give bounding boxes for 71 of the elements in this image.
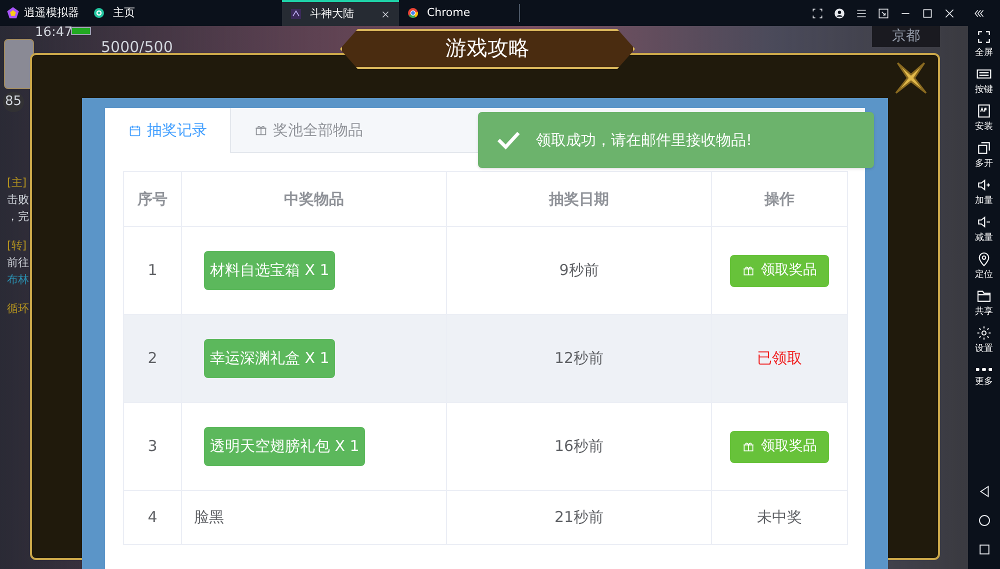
toolbar-button[interactable]: 减量 (975, 214, 993, 244)
maximize-icon[interactable] (921, 6, 934, 20)
toolbar-button[interactable]: 按键 (975, 66, 993, 96)
table-cell: 12秒前 (554, 349, 604, 368)
energy-counter: 5000/500 (101, 37, 173, 58)
table-cell: 3 (148, 437, 158, 456)
window-tab[interactable]: 主页 (85, 0, 201, 26)
game-icon (290, 8, 302, 20)
toolbar-button[interactable]: 设置 (975, 325, 993, 355)
toolbar-button[interactable]: 共享 (975, 288, 993, 318)
window-icon[interactable] (877, 6, 890, 20)
table-cell: 4 (148, 508, 158, 526)
status-text: 已领取 (757, 349, 802, 368)
location-pin-icon (976, 251, 992, 267)
location-name: 京都 (872, 26, 940, 47)
table-cell: 9秒前 (559, 261, 599, 280)
toolbar-button[interactable]: 更多 (975, 362, 993, 388)
close-icon[interactable] (943, 6, 956, 20)
app-logo-icon (6, 6, 20, 20)
column-header: 中奖物品 (182, 172, 446, 226)
gift-icon (742, 440, 755, 453)
toolbar-button[interactable]: 多开 (975, 140, 993, 170)
home-icon[interactable] (976, 513, 992, 528)
quest-log-text: 击败 (7, 193, 30, 207)
apk-icon (976, 103, 992, 119)
toast-message: 领取成功，请在邮件里接收物品! (536, 130, 752, 151)
table-cell: 2 (148, 349, 158, 368)
folder-icon (976, 288, 992, 304)
prize-tag: 透明天空翅膀礼包 X 1 (204, 427, 366, 466)
settings-icon (976, 325, 992, 341)
gift-icon (742, 264, 755, 277)
toolbar-button[interactable]: 全屏 (975, 29, 993, 59)
battery-icon (71, 27, 91, 35)
prize-tag: 幸运深渊礼盒 X 1 (204, 339, 336, 378)
toolbar-button[interactable]: 安装 (975, 103, 993, 133)
quest-log-text: [主] (7, 176, 28, 190)
window-tab[interactable]: 斗神大陆 (282, 0, 399, 26)
column-header: 序号 (124, 172, 182, 226)
volume-down-icon (976, 214, 992, 230)
browser-icon (407, 7, 419, 19)
more-icon (976, 368, 992, 371)
quest-log-text: 循环 (7, 302, 30, 316)
quest-log-text: 布林 (7, 273, 30, 287)
quest-log-text: 前往 (7, 256, 30, 270)
prize-tag: 材料自选宝箱 X 1 (204, 251, 336, 290)
home-tab-icon (93, 7, 105, 19)
dialog-title: 游戏攻略 (340, 29, 635, 69)
volume-up-icon (976, 177, 992, 193)
calendar-icon (128, 124, 142, 138)
table-cell: 脸黑 (194, 508, 224, 526)
screenshot-icon[interactable] (811, 6, 824, 20)
quest-log-text: ，完 (7, 210, 30, 224)
gift-icon (254, 123, 268, 137)
table-cell: 21秒前 (554, 508, 604, 526)
user-icon[interactable] (833, 6, 846, 20)
table-cell: 16秒前 (554, 437, 604, 456)
column-header: 抽奖日期 (446, 172, 712, 226)
windows-icon (976, 140, 992, 156)
recents-icon[interactable] (976, 542, 992, 557)
app-name: 逍遥模拟器 (24, 4, 79, 21)
close-icon[interactable] (380, 8, 391, 20)
table-cell: 1 (148, 261, 158, 280)
quest-log-text: [转] (7, 239, 28, 253)
window-tab[interactable]: Chrome (399, 0, 519, 26)
fullscreen-icon (976, 29, 992, 45)
status-text: 未中奖 (757, 508, 802, 526)
avatar-placeholder (4, 39, 34, 89)
toolbar-button[interactable]: 定位 (975, 251, 993, 281)
toolbar-button[interactable]: 加量 (975, 177, 993, 207)
level-badge: 85 (3, 92, 24, 112)
clock-text: 16:47 (35, 26, 72, 42)
